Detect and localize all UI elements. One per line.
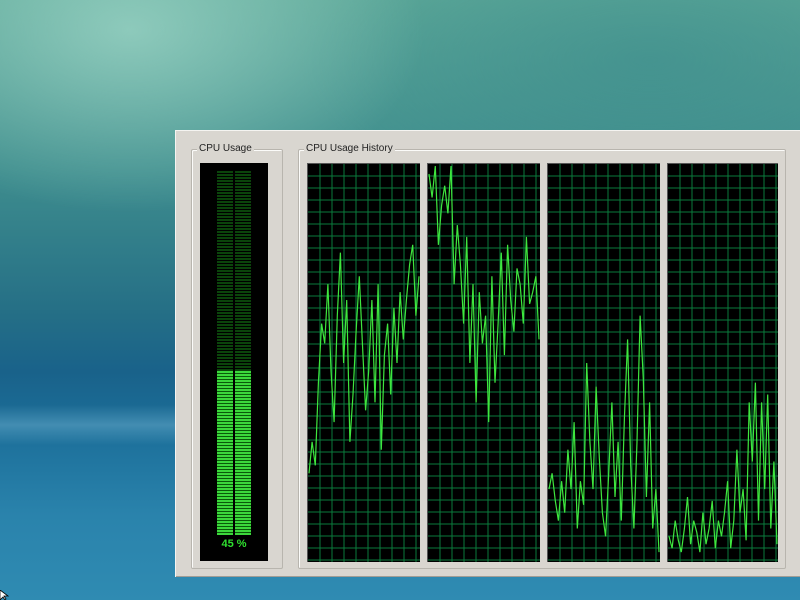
cpu-usage-history-label: CPU Usage History	[304, 142, 395, 156]
cpu-history-graph-core-1	[307, 163, 420, 562]
mouse-cursor-icon	[0, 590, 10, 600]
cpu-usage-history-group: CPU Usage History	[298, 142, 786, 569]
cpu-meter-column-right	[235, 171, 251, 535]
cpu-meter-fill-right	[235, 371, 251, 535]
cpu-usage-label: CPU Usage	[197, 142, 254, 156]
cpu-usage-value: 45 %	[221, 538, 247, 550]
cpu-history-line-core-1	[308, 244, 420, 474]
cpu-usage-group: CPU Usage 45 %	[191, 142, 283, 569]
cpu-usage-meter-bars	[217, 171, 251, 535]
cpu-meter-column-left	[217, 171, 233, 535]
cpu-history-graph-core-4	[667, 163, 778, 562]
cpu-history-graph-core-2	[427, 163, 540, 562]
cpu-history-line-core-2	[428, 165, 540, 423]
task-manager-performance-panel: CPU Usage 45 % CPU Usage History	[175, 130, 800, 577]
cpu-history-graph-core-3	[547, 163, 660, 562]
cpu-history-line-core-4	[668, 382, 778, 553]
cpu-history-line-core-3	[548, 315, 660, 553]
cpu-meter-fill-left	[217, 371, 233, 535]
cpu-usage-meter: 45 %	[200, 163, 268, 561]
